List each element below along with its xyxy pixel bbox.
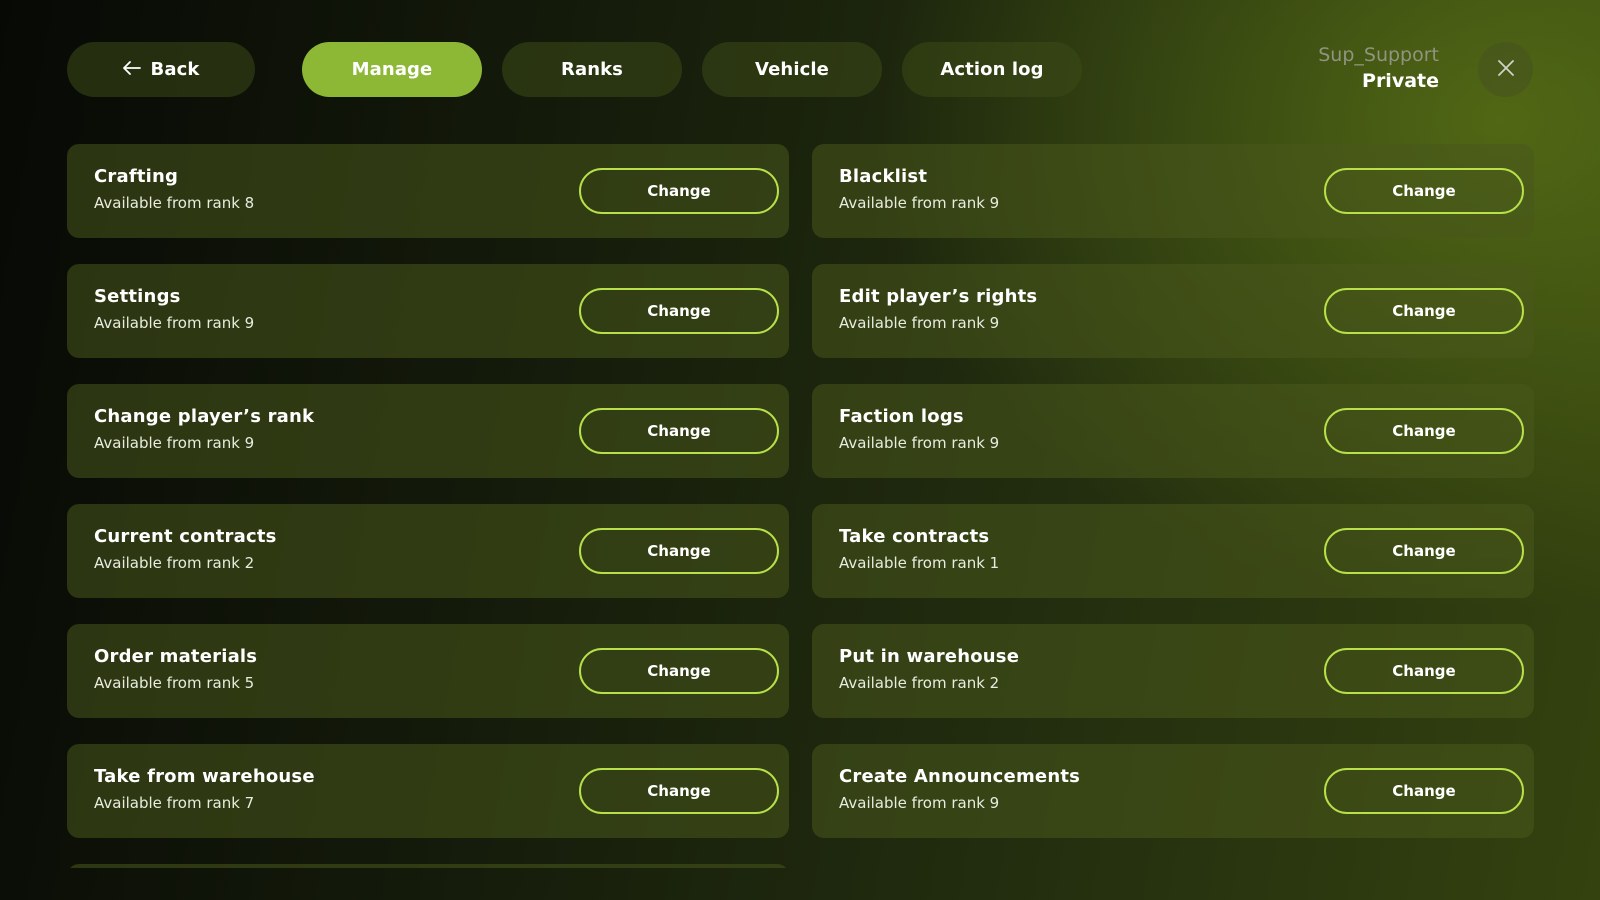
permission-card: Edit player’s rights Available from rank … [812, 264, 1534, 358]
permission-rank-requirement: Available from rank 1 [839, 554, 1000, 572]
permission-card: Put in warehouse Available from rank 2 Cha… [812, 624, 1534, 718]
permission-title: Settings [94, 286, 181, 307]
change-button[interactable]: Change [1324, 288, 1524, 334]
tab-vehicle[interactable]: Vehicle [702, 42, 882, 97]
permission-rank-requirement: Available from rank 8 [94, 194, 255, 212]
top-navigation-bar: Back Manage Ranks Vehicle Action log Sup… [0, 0, 1600, 140]
user-info: Sup_Support Private [1318, 42, 1439, 94]
change-button[interactable]: Change [579, 528, 779, 574]
permission-rank-requirement: Available from rank 2 [94, 554, 255, 572]
permission-card: Current contracts Available from rank 2 Ch… [67, 504, 789, 598]
change-button[interactable]: Change [1324, 528, 1524, 574]
permission-card: Settings Available from rank 9 Change [67, 264, 789, 358]
permission-rank-requirement: Available from rank 9 [839, 434, 1000, 452]
permission-rank-requirement: Available from rank 2 [839, 674, 1000, 692]
permission-rank-requirement: Available from rank 9 [94, 314, 255, 332]
permission-card: Crafting Available from rank 8 Change [67, 144, 789, 238]
permission-card: Order materials Available from rank 5 Chan… [67, 624, 789, 718]
permission-card: Change player’s rank Available from rank … [67, 384, 789, 478]
permission-rank-requirement: Available from rank 9 [839, 194, 1000, 212]
permission-title: Crafting [94, 166, 179, 187]
change-button[interactable]: Change [579, 288, 779, 334]
change-button[interactable]: Change [1324, 648, 1524, 694]
tab-action-log[interactable]: Action log [902, 42, 1082, 97]
permission-title: Current contracts [94, 526, 277, 547]
permission-title: Faction logs [839, 406, 964, 427]
change-button[interactable]: Change [579, 408, 779, 454]
permission-rank-requirement: Available from rank 7 [94, 794, 255, 812]
permission-title: Create Announcements [839, 766, 1081, 787]
close-icon [1497, 59, 1515, 81]
next-card-partial [67, 864, 789, 868]
change-button[interactable]: Change [579, 168, 779, 214]
permission-title: Blacklist [839, 166, 928, 187]
change-button[interactable]: Change [1324, 408, 1524, 454]
tab-ranks[interactable]: Ranks [502, 42, 682, 97]
change-button[interactable]: Change [579, 648, 779, 694]
close-button[interactable] [1478, 42, 1533, 97]
permission-title: Take from warehouse [94, 766, 315, 787]
permission-card: Create Announcements Available from rank … [812, 744, 1534, 838]
permission-title: Put in warehouse [839, 646, 1020, 667]
change-button[interactable]: Change [1324, 168, 1524, 214]
permission-title: Take contracts [839, 526, 990, 547]
permission-card: Faction logs Available from rank 9 Change [812, 384, 1534, 478]
permission-title: Edit player’s rights [839, 286, 1038, 307]
permissions-grid: Crafting Available from rank 8 Change Black… [67, 144, 1534, 868]
permission-rank-requirement: Available from rank 9 [94, 434, 255, 452]
permission-card: Blacklist Available from rank 9 Change [812, 144, 1534, 238]
back-button-label: Back [150, 59, 200, 80]
permission-rank-requirement: Available from rank 5 [94, 674, 255, 692]
permission-rank-requirement: Available from rank 9 [839, 794, 1000, 812]
change-button[interactable]: Change [579, 768, 779, 814]
user-name: Sup_Support [1318, 44, 1439, 66]
permission-card: Take contracts Available from rank 1 Chang… [812, 504, 1534, 598]
permission-card: Take from warehouse Available from rank 7… [67, 744, 789, 838]
tab-manage[interactable]: Manage [302, 42, 482, 97]
user-rank: Private [1362, 70, 1439, 92]
back-button[interactable]: Back [67, 42, 255, 97]
permission-rank-requirement: Available from rank 9 [839, 314, 1000, 332]
permission-title: Change player’s rank [94, 406, 315, 427]
arrow-left-icon [122, 59, 141, 80]
permission-title: Order materials [94, 646, 258, 667]
change-button[interactable]: Change [1324, 768, 1524, 814]
